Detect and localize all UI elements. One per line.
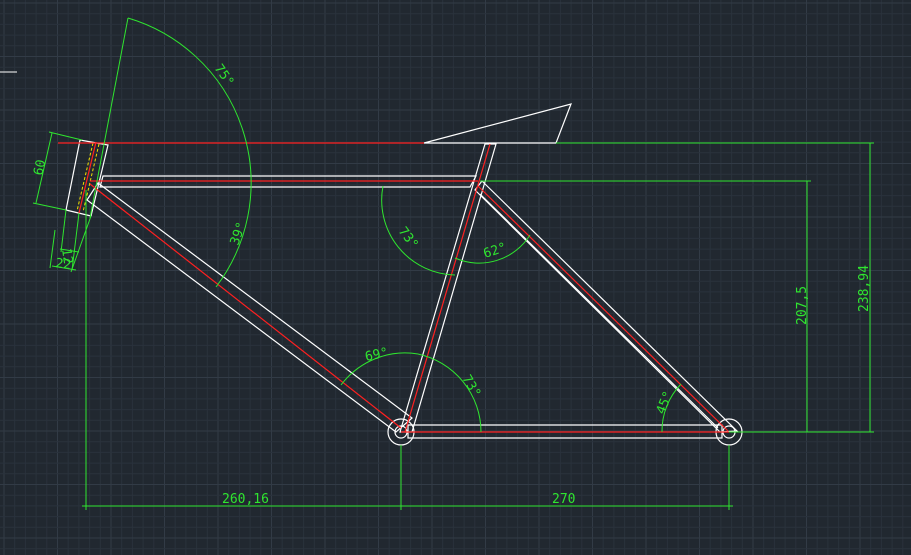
dim-saddle-height[interactable]: 238,94 [857, 265, 872, 312]
dim-seat-tube-height[interactable]: 207,5 [795, 286, 810, 325]
dim-head-tube-width[interactable]: 22 [54, 256, 72, 273]
cad-drawing-canvas[interactable]: 270 260,16 207,5 238,94 60 12 22 75° 39°… [0, 0, 911, 555]
dim-chainstay-length[interactable]: 270 [552, 492, 575, 507]
dim-front-center[interactable]: 260,16 [222, 492, 269, 507]
